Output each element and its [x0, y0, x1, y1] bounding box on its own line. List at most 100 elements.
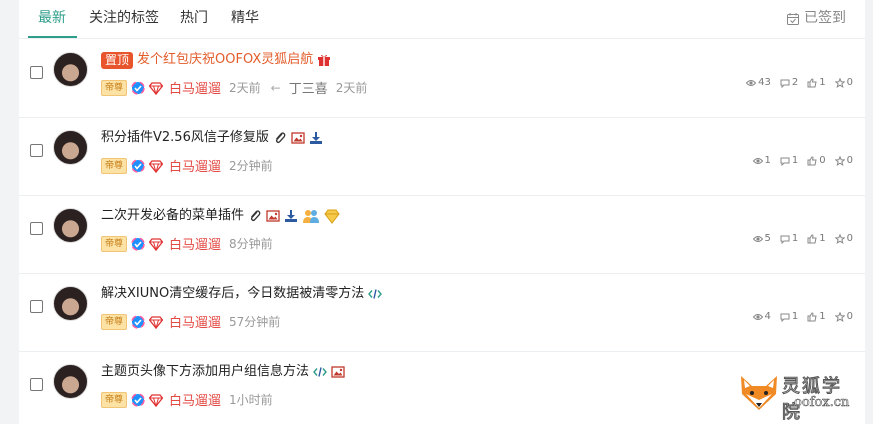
- thread-checkbox[interactable]: [30, 300, 43, 313]
- fox-logo-icon: [741, 376, 777, 410]
- table-row: 积分插件V2.56风信子修复版 帝尊 白马遛遛 2分钟前 1 1 0 0: [19, 118, 865, 196]
- tab-followed-tags[interactable]: 关注的标签: [89, 10, 159, 27]
- image-icon: [266, 210, 280, 222]
- thread-title-link[interactable]: 主题页头像下方添加用户组信息方法: [101, 363, 309, 381]
- comments-stat: 1: [780, 311, 798, 322]
- tab-featured[interactable]: 精华: [231, 10, 259, 27]
- download-icon: [309, 132, 322, 144]
- comments-stat: 2: [780, 77, 798, 88]
- author-link[interactable]: 白马遛遛: [169, 156, 221, 175]
- signin-label: 已签到: [804, 10, 846, 26]
- active-tab-indicator: [28, 36, 77, 38]
- table-row: 解决XIUNO清空缓存后，今日数据被清零方法 帝尊 白马遛遛 57分钟前 4 1…: [19, 274, 865, 352]
- views-stat: 43: [746, 77, 771, 88]
- paperclip-icon: [275, 132, 286, 144]
- pinned-badge: 置顶: [101, 51, 134, 69]
- comment-icon: [780, 157, 790, 166]
- post-time: 57分钟前: [229, 315, 281, 329]
- watermark-url: oofox.cn: [794, 395, 850, 411]
- user-group-badge: 帝尊: [101, 391, 128, 408]
- star-icon: [834, 77, 845, 88]
- star-icon: [834, 233, 845, 244]
- users-icon: [303, 210, 320, 223]
- code-icon: [368, 289, 383, 299]
- thumbs-up-icon: [807, 233, 817, 243]
- diamond-icon: [149, 81, 164, 95]
- thread-title-link[interactable]: 发个红包庆祝OOFOX灵狐启航: [137, 51, 313, 69]
- verified-icon: [131, 392, 145, 407]
- views-stat: 1: [752, 155, 771, 166]
- tab-latest[interactable]: 最新: [38, 10, 66, 27]
- star-icon: [834, 155, 845, 166]
- code-icon: [313, 367, 327, 377]
- thread-checkbox[interactable]: [30, 144, 43, 157]
- avatar[interactable]: [53, 130, 88, 165]
- gift-icon: [318, 54, 331, 66]
- comment-icon: [780, 313, 790, 322]
- eye-icon: [752, 157, 763, 164]
- author-link[interactable]: 白马遛遛: [169, 390, 221, 409]
- favorites-stat: 0: [834, 155, 853, 166]
- verified-icon: [131, 80, 145, 95]
- paperclip-icon: [250, 210, 261, 222]
- user-group-badge: 帝尊: [101, 313, 128, 330]
- thumbs-up-icon: [807, 155, 817, 165]
- diamond-icon: [149, 159, 164, 173]
- thread-title-link[interactable]: 解决XIUNO清空缓存后，今日数据被清零方法: [101, 285, 364, 303]
- likes-stat: 1: [807, 311, 826, 322]
- thread-checkbox[interactable]: [30, 66, 43, 79]
- thread-list-panel: 最新 关注的标签 热门 精华 已签到 置顶 发个红包庆祝OOFOX灵狐启航 帝尊…: [19, 0, 865, 424]
- diamond-icon: [149, 237, 164, 251]
- image-icon: [331, 366, 345, 378]
- last-reply-user-link[interactable]: 丁三喜: [289, 78, 328, 97]
- favorites-stat: 0: [834, 233, 853, 244]
- favorites-stat: 0: [834, 311, 853, 322]
- avatar[interactable]: [53, 364, 88, 399]
- comments-stat: 1: [780, 155, 798, 166]
- avatar[interactable]: [53, 52, 88, 87]
- avatar[interactable]: [53, 208, 88, 243]
- table-row: 二次开发必备的菜单插件 帝尊 白马遛遛 8分钟前 5 1 1 0: [19, 196, 865, 274]
- likes-stat: 1: [807, 233, 826, 244]
- verified-icon: [131, 158, 145, 173]
- star-icon: [834, 311, 845, 322]
- signin-button[interactable]: 已签到: [786, 10, 846, 27]
- eye-icon: [752, 313, 763, 320]
- views-stat: 4: [752, 311, 771, 322]
- author-link[interactable]: 白马遛遛: [169, 78, 221, 97]
- diamond-icon: [149, 393, 164, 407]
- arrow-left-icon: ←: [270, 80, 281, 95]
- comment-icon: [780, 235, 790, 244]
- thread-title-link[interactable]: 积分插件V2.56风信子修复版: [101, 129, 269, 147]
- post-time: 1小时前: [229, 393, 273, 407]
- thread-checkbox[interactable]: [30, 222, 43, 235]
- site-watermark: 灵狐学院 oofox.cn: [738, 372, 858, 424]
- avatar[interactable]: [53, 286, 88, 321]
- verified-icon: [131, 314, 145, 329]
- download-icon: [285, 210, 298, 222]
- calendar-check-icon: [787, 12, 799, 25]
- verified-icon: [131, 236, 145, 251]
- comment-icon: [780, 79, 790, 88]
- post-time: 8分钟前: [229, 237, 273, 251]
- last-reply-time: 2天前: [335, 81, 368, 95]
- author-link[interactable]: 白马遛遛: [169, 234, 221, 253]
- likes-stat: 0: [807, 155, 826, 166]
- thumbs-up-icon: [807, 311, 817, 321]
- post-time: 2分钟前: [229, 159, 273, 173]
- author-link[interactable]: 白马遛遛: [169, 312, 221, 331]
- thread-checkbox[interactable]: [30, 378, 43, 391]
- views-stat: 5: [752, 233, 771, 244]
- thread-title-link[interactable]: 二次开发必备的菜单插件: [101, 207, 244, 225]
- comments-stat: 1: [780, 233, 798, 244]
- post-time: 2天前: [229, 81, 261, 95]
- image-icon: [291, 132, 305, 144]
- likes-stat: 1: [807, 77, 826, 88]
- eye-icon: [746, 79, 757, 86]
- tab-hot[interactable]: 热门: [180, 10, 208, 27]
- user-group-badge: 帝尊: [101, 79, 128, 96]
- table-row: 置顶 发个红包庆祝OOFOX灵狐启航 帝尊 白马遛遛 2天前 ← 丁三喜 2天前…: [19, 40, 865, 118]
- thumbs-up-icon: [807, 77, 817, 87]
- favorites-stat: 0: [834, 77, 853, 88]
- eye-icon: [752, 235, 763, 242]
